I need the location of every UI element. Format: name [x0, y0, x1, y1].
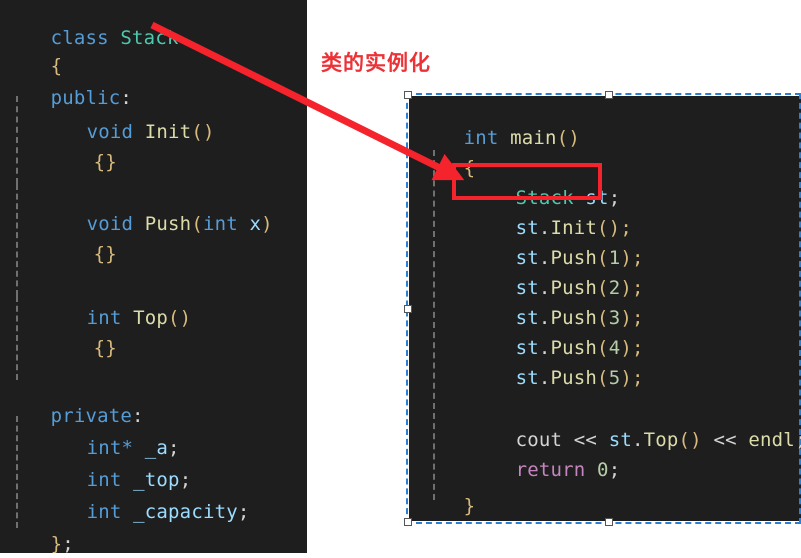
token-punct: () — [556, 127, 580, 149]
token-variable: st — [515, 367, 539, 389]
token-punct: () — [191, 121, 215, 143]
code-line: {} — [4, 320, 117, 377]
token-punct: ( — [597, 367, 609, 389]
token-function-name: Init — [144, 121, 192, 143]
code-line: }; — [4, 516, 74, 554]
token-function-name: Top — [643, 429, 679, 451]
token-number: 0 — [597, 459, 609, 481]
token-brace: {} — [93, 151, 117, 173]
token-punct: () — [168, 307, 192, 329]
token-brace: {} — [93, 243, 117, 265]
code-line: } — [417, 478, 475, 521]
token-number: 5 — [608, 367, 621, 389]
token-variable: x — [249, 213, 262, 235]
token-type-name: Stack — [120, 27, 179, 49]
code-line: {} — [4, 226, 117, 283]
token-punct: ; — [237, 501, 250, 523]
token-punct: ( — [191, 213, 203, 235]
token-punct: ; — [795, 429, 801, 451]
annotation-label-instantiation: 类的实例化 — [321, 51, 431, 75]
token-punct: ); — [620, 367, 644, 389]
token-function-name: endl — [748, 429, 795, 451]
token-brace: } — [50, 533, 63, 554]
token-brace: } — [463, 495, 476, 517]
token-function-name: Push — [144, 213, 192, 235]
token-punct: ; — [608, 459, 621, 481]
token-function-name: Top — [133, 307, 169, 329]
token-function-name: Push — [550, 367, 598, 389]
token-operator: << — [713, 429, 737, 451]
token-brace: {} — [93, 337, 117, 359]
token-punct: () — [678, 429, 702, 451]
token-function-name: main — [510, 127, 557, 149]
token-punct: . — [538, 367, 551, 389]
token-punct: ) — [261, 213, 273, 235]
code-line: st.Push(5); — [417, 350, 644, 407]
class-definition-code-panel: class Stack { public: void Init() {} voi… — [0, 0, 307, 553]
main-function-code-panel: int main() { Stack st; st.Init(); st.Pus… — [409, 96, 801, 521]
token-punct: . — [631, 429, 644, 451]
token-variable: _capacity — [133, 501, 238, 523]
token-keyword: int — [86, 501, 122, 523]
token-keyword: int — [202, 213, 238, 235]
token-control-keyword: return — [515, 459, 586, 481]
code-line: {} — [4, 134, 117, 191]
token-punct: ; — [62, 533, 74, 554]
